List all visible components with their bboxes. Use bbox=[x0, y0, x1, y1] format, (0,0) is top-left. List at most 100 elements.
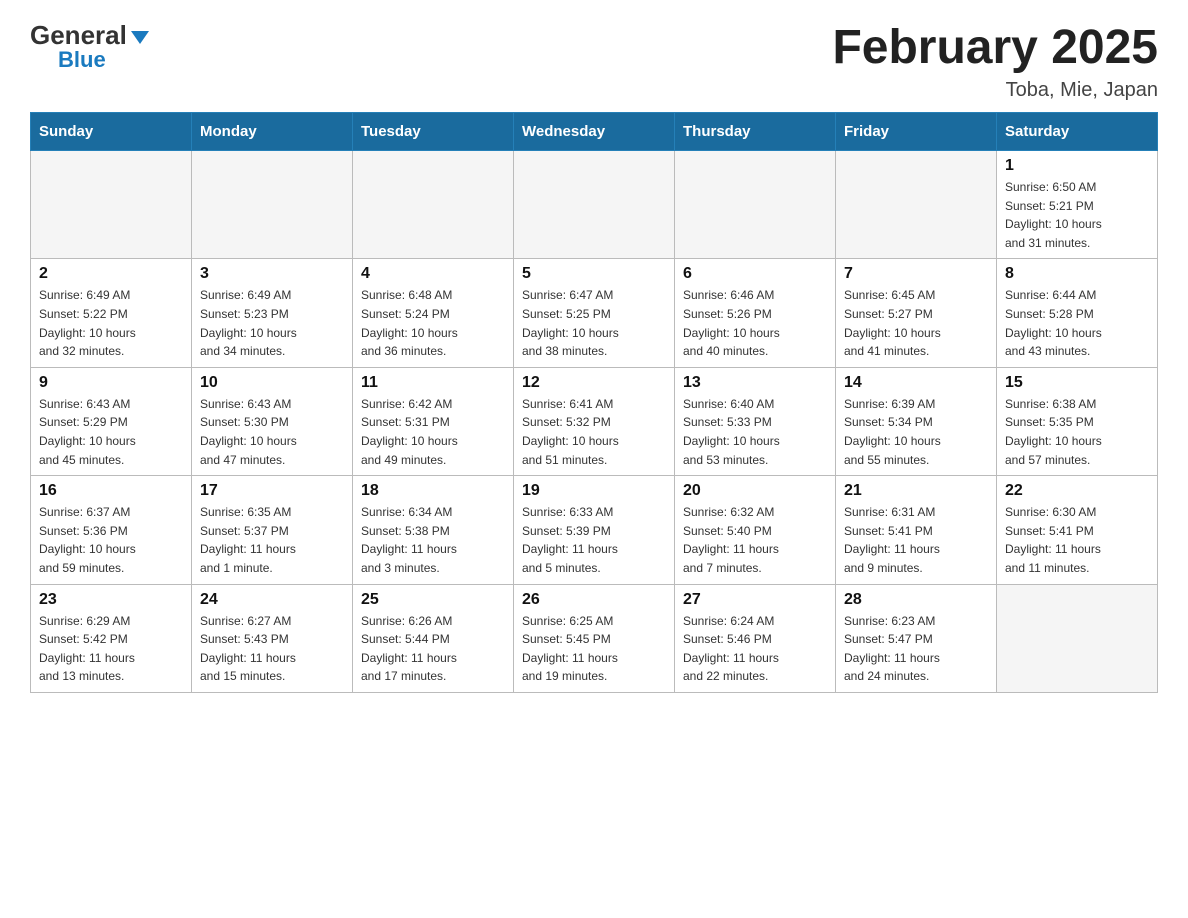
calendar-header-row: SundayMondayTuesdayWednesdayThursdayFrid… bbox=[31, 113, 1158, 151]
calendar-day-cell: 27 Sunrise: 6:24 AMSunset: 5:46 PMDayligh… bbox=[675, 584, 836, 692]
calendar-week-row: 2Sunrise: 6:49 AMSunset: 5:22 PMDaylight… bbox=[31, 259, 1158, 367]
day-info: Sunrise: 6:33 AMSunset: 5:39 PMDaylight:… bbox=[522, 503, 666, 577]
day-info: Sunrise: 6:27 AMSunset: 5:43 PMDaylight:… bbox=[200, 612, 344, 686]
day-info: Sunrise: 6:44 AMSunset: 5:28 PMDaylight:… bbox=[1005, 286, 1149, 360]
day-number: 16 bbox=[39, 482, 183, 500]
day-info: Sunrise: 6:23 AMSunset: 5:47 PMDaylight:… bbox=[844, 612, 988, 686]
calendar-week-row: 23 Sunrise: 6:29 AMSunset: 5:42 PMDayligh… bbox=[31, 584, 1158, 692]
day-number: 19 bbox=[522, 482, 666, 500]
location-label: Toba, Mie, Japan bbox=[832, 79, 1158, 102]
day-info: Sunrise: 6:49 AMSunset: 5:22 PMDaylight:… bbox=[39, 286, 183, 360]
calendar-day-cell: 20 Sunrise: 6:32 AMSunset: 5:40 PMDayligh… bbox=[675, 476, 836, 584]
day-number: 26 bbox=[522, 591, 666, 609]
day-number: 1 bbox=[1005, 157, 1149, 175]
day-number: 17 bbox=[200, 482, 344, 500]
day-number: 14 bbox=[844, 374, 988, 392]
day-info: Sunrise: 6:43 AMSunset: 5:29 PMDaylight:… bbox=[39, 395, 183, 469]
calendar-day-cell bbox=[31, 151, 192, 259]
day-info: Sunrise: 6:34 AMSunset: 5:38 PMDaylight:… bbox=[361, 503, 505, 577]
calendar-day-cell bbox=[836, 151, 997, 259]
day-info: Sunrise: 6:24 AMSunset: 5:46 PMDaylight:… bbox=[683, 612, 827, 686]
day-number: 4 bbox=[361, 265, 505, 283]
day-info: Sunrise: 6:39 AMSunset: 5:34 PMDaylight:… bbox=[844, 395, 988, 469]
day-info: Sunrise: 6:31 AMSunset: 5:41 PMDaylight:… bbox=[844, 503, 988, 577]
day-info: Sunrise: 6:43 AMSunset: 5:30 PMDaylight:… bbox=[200, 395, 344, 469]
day-number: 3 bbox=[200, 265, 344, 283]
calendar-day-cell: 19 Sunrise: 6:33 AMSunset: 5:39 PMDayligh… bbox=[514, 476, 675, 584]
day-number: 23 bbox=[39, 591, 183, 609]
calendar-day-cell: 12 Sunrise: 6:41 AMSunset: 5:32 PMDayligh… bbox=[514, 367, 675, 475]
title-block: February 2025 Toba, Mie, Japan bbox=[832, 20, 1158, 102]
day-info: Sunrise: 6:42 AMSunset: 5:31 PMDaylight:… bbox=[361, 395, 505, 469]
day-info: Sunrise: 6:30 AMSunset: 5:41 PMDaylight:… bbox=[1005, 503, 1149, 577]
day-number: 25 bbox=[361, 591, 505, 609]
calendar-day-cell: 17 Sunrise: 6:35 AMSunset: 5:37 PMDayligh… bbox=[192, 476, 353, 584]
day-info: Sunrise: 6:48 AMSunset: 5:24 PMDaylight:… bbox=[361, 286, 505, 360]
calendar-day-cell: 5 Sunrise: 6:47 AMSunset: 5:25 PMDaylight… bbox=[514, 259, 675, 367]
calendar-day-cell: 3Sunrise: 6:49 AMSunset: 5:23 PMDaylight… bbox=[192, 259, 353, 367]
calendar-day-cell: 10 Sunrise: 6:43 AMSunset: 5:30 PMDayligh… bbox=[192, 367, 353, 475]
calendar-day-cell bbox=[997, 584, 1158, 692]
day-number: 24 bbox=[200, 591, 344, 609]
calendar-day-cell: 9 Sunrise: 6:43 AMSunset: 5:29 PMDaylight… bbox=[31, 367, 192, 475]
day-info: Sunrise: 6:29 AMSunset: 5:42 PMDaylight:… bbox=[39, 612, 183, 686]
day-of-week-header: Sunday bbox=[31, 113, 192, 151]
day-info: Sunrise: 6:26 AMSunset: 5:44 PMDaylight:… bbox=[361, 612, 505, 686]
day-of-week-header: Wednesday bbox=[514, 113, 675, 151]
day-info: Sunrise: 6:40 AMSunset: 5:33 PMDaylight:… bbox=[683, 395, 827, 469]
day-number: 20 bbox=[683, 482, 827, 500]
calendar-week-row: 9 Sunrise: 6:43 AMSunset: 5:29 PMDaylight… bbox=[31, 367, 1158, 475]
day-number: 13 bbox=[683, 374, 827, 392]
day-number: 5 bbox=[522, 265, 666, 283]
calendar-day-cell: 8Sunrise: 6:44 AMSunset: 5:28 PMDaylight… bbox=[997, 259, 1158, 367]
day-number: 10 bbox=[200, 374, 344, 392]
day-of-week-header: Monday bbox=[192, 113, 353, 151]
calendar-day-cell: 4 Sunrise: 6:48 AMSunset: 5:24 PMDaylight… bbox=[353, 259, 514, 367]
day-of-week-header: Tuesday bbox=[353, 113, 514, 151]
calendar-day-cell: 24 Sunrise: 6:27 AMSunset: 5:43 PMDayligh… bbox=[192, 584, 353, 692]
day-info: Sunrise: 6:46 AMSunset: 5:26 PMDaylight:… bbox=[683, 286, 827, 360]
calendar-day-cell: 1 Sunrise: 6:50 AMSunset: 5:21 PMDaylight… bbox=[997, 151, 1158, 259]
day-of-week-header: Thursday bbox=[675, 113, 836, 151]
page-header: General Blue February 2025 Toba, Mie, Ja… bbox=[30, 20, 1158, 102]
calendar-day-cell bbox=[353, 151, 514, 259]
calendar-day-cell: 21Sunrise: 6:31 AMSunset: 5:41 PMDayligh… bbox=[836, 476, 997, 584]
calendar-table: SundayMondayTuesdayWednesdayThursdayFrid… bbox=[30, 112, 1158, 693]
calendar-day-cell: 6Sunrise: 6:46 AMSunset: 5:26 PMDaylight… bbox=[675, 259, 836, 367]
calendar-week-row: 16 Sunrise: 6:37 AMSunset: 5:36 PMDayligh… bbox=[31, 476, 1158, 584]
day-number: 11 bbox=[361, 374, 505, 392]
day-info: Sunrise: 6:50 AMSunset: 5:21 PMDaylight:… bbox=[1005, 178, 1149, 252]
calendar-day-cell bbox=[514, 151, 675, 259]
day-info: Sunrise: 6:47 AMSunset: 5:25 PMDaylight:… bbox=[522, 286, 666, 360]
day-number: 12 bbox=[522, 374, 666, 392]
calendar-day-cell: 7 Sunrise: 6:45 AMSunset: 5:27 PMDaylight… bbox=[836, 259, 997, 367]
day-number: 7 bbox=[844, 265, 988, 283]
day-number: 15 bbox=[1005, 374, 1149, 392]
calendar-day-cell: 11 Sunrise: 6:42 AMSunset: 5:31 PMDayligh… bbox=[353, 367, 514, 475]
day-number: 9 bbox=[39, 374, 183, 392]
calendar-day-cell: 25 Sunrise: 6:26 AMSunset: 5:44 PMDayligh… bbox=[353, 584, 514, 692]
calendar-day-cell: 26 Sunrise: 6:25 AMSunset: 5:45 PMDayligh… bbox=[514, 584, 675, 692]
calendar-day-cell: 14 Sunrise: 6:39 AMSunset: 5:34 PMDayligh… bbox=[836, 367, 997, 475]
day-info: Sunrise: 6:25 AMSunset: 5:45 PMDaylight:… bbox=[522, 612, 666, 686]
logo-text-blue: Blue bbox=[58, 47, 106, 73]
day-info: Sunrise: 6:37 AMSunset: 5:36 PMDaylight:… bbox=[39, 503, 183, 577]
month-title: February 2025 bbox=[832, 20, 1158, 75]
calendar-day-cell: 28Sunrise: 6:23 AMSunset: 5:47 PMDayligh… bbox=[836, 584, 997, 692]
calendar-day-cell: 22 Sunrise: 6:30 AMSunset: 5:41 PMDayligh… bbox=[997, 476, 1158, 584]
calendar-day-cell: 13 Sunrise: 6:40 AMSunset: 5:33 PMDayligh… bbox=[675, 367, 836, 475]
day-info: Sunrise: 6:35 AMSunset: 5:37 PMDaylight:… bbox=[200, 503, 344, 577]
calendar-day-cell bbox=[192, 151, 353, 259]
day-info: Sunrise: 6:41 AMSunset: 5:32 PMDaylight:… bbox=[522, 395, 666, 469]
day-of-week-header: Saturday bbox=[997, 113, 1158, 151]
day-number: 22 bbox=[1005, 482, 1149, 500]
logo-triangle-icon bbox=[131, 31, 149, 44]
logo: General Blue bbox=[30, 20, 149, 73]
day-number: 18 bbox=[361, 482, 505, 500]
day-info: Sunrise: 6:32 AMSunset: 5:40 PMDaylight:… bbox=[683, 503, 827, 577]
day-info: Sunrise: 6:45 AMSunset: 5:27 PMDaylight:… bbox=[844, 286, 988, 360]
calendar-day-cell: 18 Sunrise: 6:34 AMSunset: 5:38 PMDayligh… bbox=[353, 476, 514, 584]
calendar-day-cell: 23 Sunrise: 6:29 AMSunset: 5:42 PMDayligh… bbox=[31, 584, 192, 692]
day-number: 27 bbox=[683, 591, 827, 609]
calendar-day-cell: 2Sunrise: 6:49 AMSunset: 5:22 PMDaylight… bbox=[31, 259, 192, 367]
